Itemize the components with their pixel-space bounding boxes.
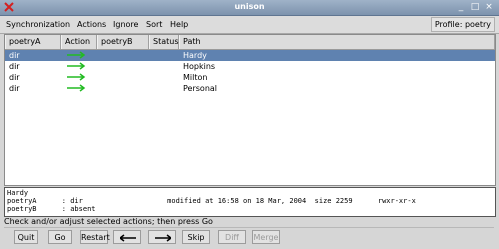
- header-poetryB[interactable]: poetryB: [97, 35, 149, 49]
- right-arrow-icon: [67, 84, 86, 92]
- menu-sort[interactable]: Sort: [146, 20, 162, 29]
- left-arrow-button[interactable]: [113, 230, 141, 244]
- table-row[interactable]: dir Hopkins: [5, 61, 495, 72]
- details-pane: Hardy poetryA : dir modified at 16:58 on…: [4, 187, 496, 217]
- menu-actions[interactable]: Actions: [77, 20, 106, 29]
- cell-path: Milton: [183, 73, 208, 82]
- table-row[interactable]: dir Milton: [5, 72, 495, 83]
- minimize-icon[interactable]: _: [455, 2, 467, 13]
- diff-button[interactable]: Diff: [218, 230, 246, 244]
- restart-button[interactable]: Restart: [80, 230, 110, 244]
- left-arrow-icon: [120, 234, 136, 242]
- cell-poetryA: dir: [9, 84, 20, 93]
- profile-label: Profile: poetry: [430, 17, 495, 32]
- cell-poetryA: dir: [9, 51, 20, 60]
- table-header: poetryA Action poetryB Status Path: [5, 35, 495, 50]
- table-row[interactable]: dir Hardy: [5, 50, 495, 61]
- header-action[interactable]: Action: [61, 35, 97, 49]
- sync-table: poetryA Action poetryB Status Path dir H…: [4, 34, 496, 186]
- table-row[interactable]: dir Personal: [5, 83, 495, 94]
- header-path[interactable]: Path: [179, 35, 495, 49]
- cell-poetryA: dir: [9, 62, 20, 71]
- status-line: Check and/or adjust selected actions; th…: [4, 217, 494, 228]
- quit-button[interactable]: Quit: [14, 230, 38, 244]
- cell-path: Hardy: [183, 51, 207, 60]
- go-button[interactable]: Go: [48, 230, 72, 244]
- maximize-icon[interactable]: □: [469, 2, 481, 13]
- right-arrow-icon: [67, 62, 86, 70]
- window-title: unison: [234, 2, 265, 11]
- menu-ignore[interactable]: Ignore: [113, 20, 138, 29]
- close-window-icon[interactable]: ×: [483, 2, 495, 13]
- right-arrow-button[interactable]: [148, 230, 176, 244]
- details-replica-a: poetryA : dir modified at 16:58 on 18 Ma…: [7, 197, 416, 205]
- right-arrow-icon: [155, 234, 171, 242]
- cell-path: Hopkins: [183, 62, 216, 71]
- right-arrow-icon: [67, 51, 86, 59]
- details-replica-b: poetryB : absent: [7, 205, 96, 213]
- menu-synchronization[interactable]: Synchronization: [6, 20, 70, 29]
- cell-poetryA: dir: [9, 73, 20, 82]
- menu-bar: Synchronization Actions Ignore Sort Help…: [0, 16, 499, 34]
- title-bar: unison _ □ ×: [0, 0, 499, 16]
- skip-button[interactable]: Skip: [182, 230, 210, 244]
- details-path: Hardy: [7, 189, 29, 197]
- merge-button[interactable]: Merge: [252, 230, 280, 244]
- menu-help[interactable]: Help: [170, 20, 188, 29]
- header-status[interactable]: Status: [149, 35, 179, 49]
- cell-path: Personal: [183, 84, 218, 93]
- right-arrow-icon: [67, 73, 86, 81]
- header-poetryA[interactable]: poetryA: [5, 35, 61, 49]
